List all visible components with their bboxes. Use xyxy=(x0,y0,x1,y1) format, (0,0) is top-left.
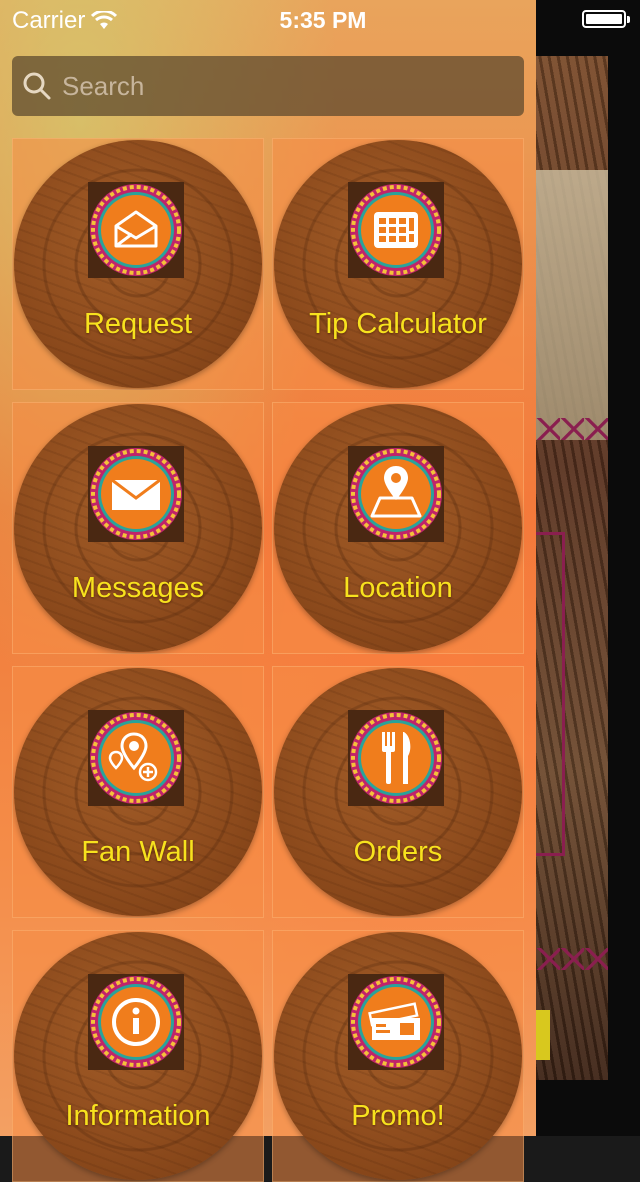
content-frame xyxy=(536,532,565,856)
menu-item-promo[interactable]: Promo! xyxy=(272,930,524,1182)
menu-item-label: Location xyxy=(343,572,453,604)
menu-item-label: Fan Wall xyxy=(81,836,195,868)
envelope-open-icon xyxy=(88,182,184,278)
menu-item-label: Orders xyxy=(353,836,443,868)
info-icon xyxy=(88,974,184,1070)
background-app-content xyxy=(536,0,640,1136)
envelope-icon xyxy=(88,446,184,542)
fork-knife-icon xyxy=(348,710,444,806)
fan-wall-pins-icon xyxy=(88,710,184,806)
menu-item-label: Request xyxy=(83,308,192,340)
menu-grid: Request Tip Calculator Messages Location… xyxy=(12,138,524,1182)
zigzag-border xyxy=(536,948,608,970)
menu-item-information[interactable]: Information xyxy=(12,930,264,1182)
search-input[interactable] xyxy=(60,69,504,103)
menu-item-location[interactable]: Location xyxy=(272,402,524,654)
menu-item-tip-calculator[interactable]: Tip Calculator xyxy=(272,138,524,390)
calculator-icon xyxy=(348,182,444,278)
paper-panel xyxy=(536,170,608,440)
menu-item-orders[interactable]: Orders xyxy=(272,666,524,918)
yellow-button-edge[interactable] xyxy=(536,1010,550,1060)
menu-item-request[interactable]: Request xyxy=(12,138,264,390)
menu-item-label: Tip Calculator xyxy=(309,308,487,340)
search-bar[interactable] xyxy=(12,56,524,116)
menu-item-messages[interactable]: Messages xyxy=(12,402,264,654)
search-icon xyxy=(23,72,51,100)
status-time: 5:35 PM xyxy=(279,7,367,33)
battery-icon xyxy=(582,10,630,28)
side-menu-drawer: Request Tip Calculator xyxy=(0,0,536,1182)
menu-item-label: Promo! xyxy=(351,1100,445,1132)
ticket-icon xyxy=(348,974,444,1070)
zigzag-border xyxy=(536,418,608,440)
status-bar: Carrier 5:35 PM xyxy=(0,0,640,40)
menu-item-fan-wall[interactable]: Fan Wall xyxy=(12,666,264,918)
menu-item-label: Information xyxy=(65,1100,211,1132)
menu-item-label: Messages xyxy=(71,572,205,604)
map-pin-icon xyxy=(348,446,444,542)
